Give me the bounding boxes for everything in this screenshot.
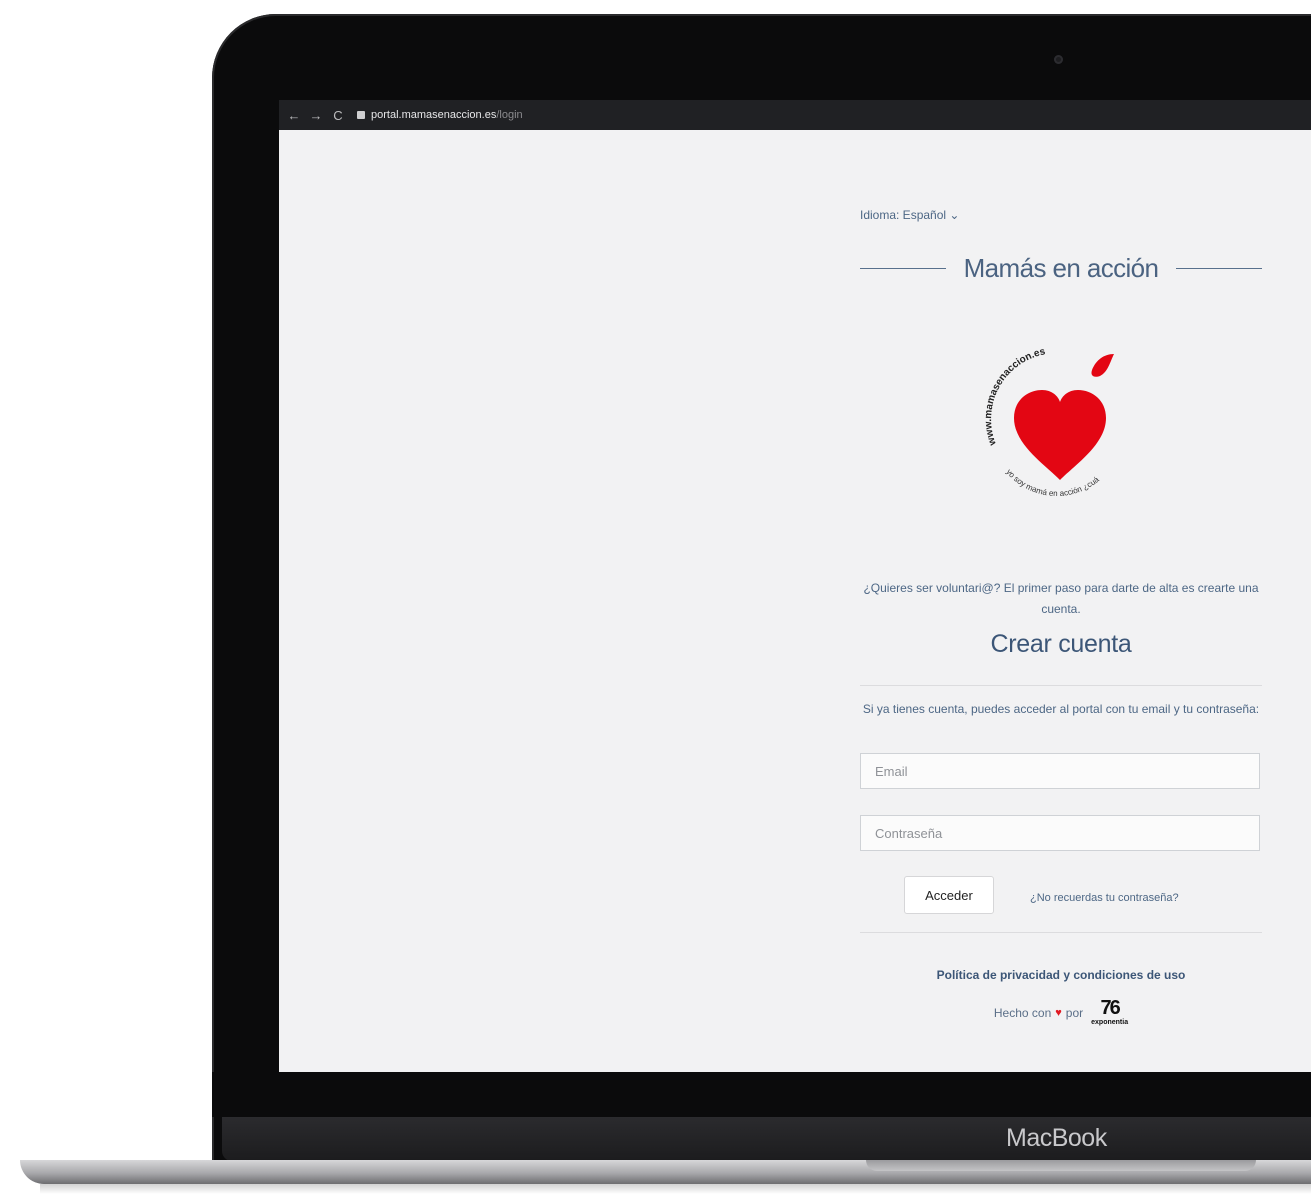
volunteer-intro: ¿Quieres ser voluntari@? El primer paso … bbox=[863, 581, 1259, 616]
macbook-label: MacBook bbox=[1006, 1124, 1107, 1152]
made-with-suffix: por bbox=[1065, 1005, 1084, 1020]
exponentia-logo[interactable]: 76 exponentia bbox=[1091, 998, 1128, 1027]
made-with-prefix: Hecho con bbox=[993, 1005, 1052, 1020]
exponentia-mark: 76 bbox=[1100, 997, 1120, 1019]
forgot-password-link[interactable]: ¿No recuerdas tu contraseña? bbox=[1030, 892, 1179, 904]
title-divider-left bbox=[860, 267, 946, 269]
forward-icon[interactable]: → bbox=[305, 108, 327, 123]
email-field[interactable] bbox=[860, 753, 1260, 789]
back-icon[interactable]: ← bbox=[283, 108, 305, 123]
url-host: portal.mamasenaccion.es bbox=[371, 109, 497, 121]
privacy-policy-link[interactable]: Política de privacidad y condiciones de … bbox=[860, 968, 1262, 982]
password-field[interactable] bbox=[860, 815, 1260, 851]
site-title: Mamás en acción bbox=[963, 252, 1159, 283]
create-account-link[interactable]: Crear cuenta bbox=[860, 630, 1262, 659]
reload-icon[interactable]: C bbox=[327, 108, 349, 123]
browser-screen: ← → C portal.mamasenaccion.es/login Idio… bbox=[279, 100, 1311, 1072]
address-bar[interactable]: portal.mamasenaccion.es/login bbox=[357, 109, 523, 121]
divider bbox=[860, 685, 1262, 686]
laptop-hinge-notch bbox=[866, 1160, 1256, 1171]
exponentia-wordmark: exponentia bbox=[1091, 1019, 1129, 1026]
drop-icon bbox=[1091, 354, 1114, 377]
camera-icon bbox=[1054, 55, 1063, 64]
mamas-en-accion-logo: www.mamasenaccion.es yo soy mamá en acci… bbox=[970, 332, 1114, 498]
title-divider-right bbox=[1176, 267, 1263, 269]
site-title-row: Mamás en acción bbox=[860, 250, 1263, 286]
laptop-shadow bbox=[40, 1184, 1311, 1194]
made-with-credit: Hecho con ♥ por 76 exponentia bbox=[860, 998, 1262, 1027]
heart-icon bbox=[1014, 390, 1106, 480]
login-info: Si ya tienes cuenta, puedes acceder al p… bbox=[862, 702, 1260, 716]
divider bbox=[860, 932, 1262, 933]
login-button[interactable]: Acceder bbox=[904, 876, 994, 914]
laptop-chin bbox=[222, 1117, 1311, 1161]
lock-icon bbox=[357, 111, 365, 119]
screen-bezel-bottom bbox=[212, 1072, 1311, 1117]
heart-icon: ♥ bbox=[1055, 1006, 1062, 1019]
language-selector[interactable]: Idioma: Español ⌄ bbox=[860, 208, 959, 222]
login-panel: Idioma: Español ⌄ Mamás en acción www.ma… bbox=[860, 100, 1263, 1072]
url-path: /login bbox=[496, 109, 523, 121]
